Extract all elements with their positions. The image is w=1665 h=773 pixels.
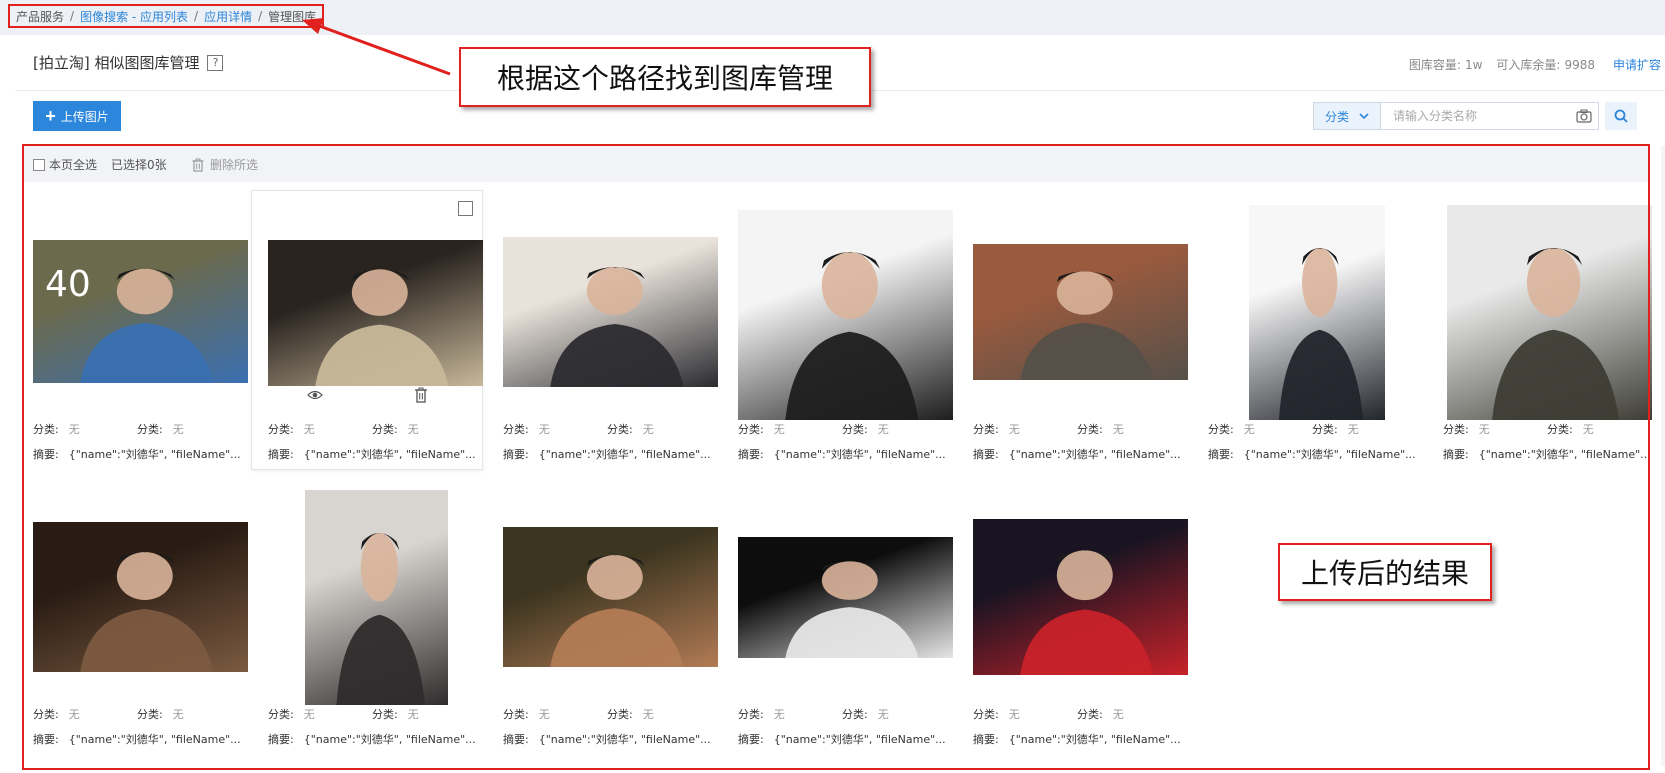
breadcrumb: 产品服务 / 图像搜索 - 应用列表 / 应用详情 / 管理图库: [8, 4, 325, 28]
path-callout-text: 根据这个路径找到图库管理: [496, 62, 833, 95]
page-title: [拍立淘] 相似图图库管理 ?: [33, 52, 224, 73]
remaining-value: 9988: [1564, 57, 1595, 72]
remaining-label: 可入库余量:: [1496, 58, 1561, 72]
path-callout: 根据这个路径找到图库管理: [459, 47, 871, 107]
search-bar: 分类: [1313, 101, 1665, 131]
upload-button-label: 上传图片: [60, 109, 109, 124]
search-field: [1381, 102, 1599, 130]
breadcrumb-separator: /: [194, 9, 199, 23]
breadcrumb-item-app-detail[interactable]: 应用详情: [204, 8, 252, 25]
category-select-label: 分类: [1324, 109, 1349, 124]
upload-image-button[interactable]: + 上传图片: [33, 101, 121, 131]
result-highlight-frame: [22, 144, 1650, 770]
search-button[interactable]: [1605, 102, 1637, 130]
apply-expand-link[interactable]: 申请扩容: [1613, 56, 1661, 73]
breadcrumb-separator: /: [70, 9, 75, 23]
plus-icon: +: [45, 106, 56, 126]
annotation-arrow: [302, 18, 451, 76]
breadcrumb-item-app-list[interactable]: 图像搜索 - 应用列表: [80, 8, 188, 25]
result-callout-text: 上传后的结果: [1300, 557, 1469, 590]
capacity-value: 1w: [1464, 57, 1483, 72]
search-input[interactable]: [1391, 108, 1575, 124]
capacity-label: 图库容量:: [1408, 58, 1461, 72]
scrollbar[interactable]: [1661, 146, 1665, 766]
chevron-down-icon: [1359, 110, 1369, 123]
search-icon: [1614, 109, 1628, 123]
help-icon[interactable]: ?: [207, 54, 224, 71]
camera-icon[interactable]: [1576, 109, 1592, 123]
category-select[interactable]: 分类: [1313, 102, 1381, 130]
page-title-text: [拍立淘] 相似图图库管理: [33, 54, 200, 72]
result-callout: 上传后的结果: [1278, 543, 1492, 601]
breadcrumb-separator: /: [258, 9, 263, 23]
breadcrumb-item-products: 产品服务: [16, 9, 65, 24]
capacity-info: 图库容量: 1w 可入库余量: 9988 申请扩容: [1405, 56, 1661, 73]
